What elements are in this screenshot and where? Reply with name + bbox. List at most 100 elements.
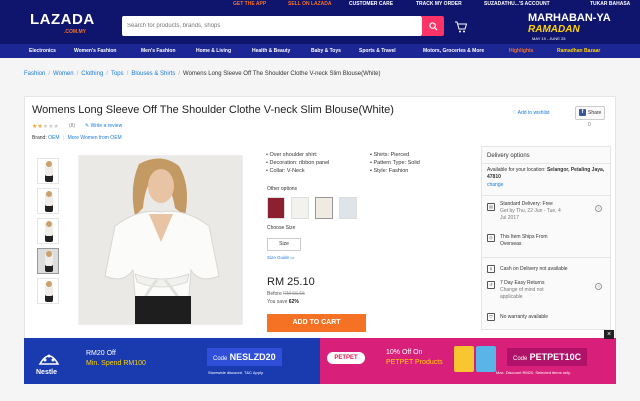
brand-row: Brand: OEM | More Women from OEM bbox=[32, 135, 122, 141]
brand-link[interactable]: OEM bbox=[48, 135, 59, 141]
standard-delivery: Standard Delivery: Free Get by Thu, 22 Ju… bbox=[500, 201, 561, 221]
petpet-products: PETPET Products bbox=[386, 359, 443, 366]
nestle-promo[interactable]: Nestle RM20 Off Min. Spend RM100 Code NE… bbox=[24, 338, 320, 384]
header: LAZADA .COM.MY MARHABAN-YA RAMADAN MAY 1… bbox=[0, 8, 640, 44]
brand-label: Brand: bbox=[32, 135, 47, 141]
option-swatch-blue[interactable] bbox=[339, 197, 357, 219]
petpet-promo-code[interactable]: Code PETPET10C bbox=[507, 348, 588, 366]
category-bar: Electronics Women's Fashion Men's Fashio… bbox=[0, 44, 640, 58]
size-guide-link[interactable]: Size Guide ▭ bbox=[267, 255, 295, 261]
option-swatch-white[interactable] bbox=[291, 197, 309, 219]
option-swatch-red[interactable] bbox=[267, 197, 285, 219]
category-womens-fashion[interactable]: Women's Fashion bbox=[74, 44, 117, 58]
cash-icon: $ bbox=[487, 265, 495, 273]
help-icon[interactable]: ? bbox=[595, 283, 602, 290]
product-thumbnail-selected[interactable] bbox=[37, 248, 59, 274]
breadcrumb-blouses-shirts[interactable]: Blouses & Shirts bbox=[131, 71, 175, 77]
help-icon[interactable]: ? bbox=[595, 205, 602, 212]
size-guide-label: Size Guide bbox=[267, 255, 290, 260]
add-to-wishlist[interactable]: ♡ Add to wishlist bbox=[512, 110, 550, 116]
share-button[interactable]: f Share 0 bbox=[575, 106, 605, 128]
lazada-logo[interactable]: LAZADA bbox=[30, 11, 95, 28]
track-order-link[interactable]: TRACK MY ORDER bbox=[416, 0, 462, 8]
category-ramadhan-bazaar[interactable]: Ramadhan Bazaar bbox=[557, 44, 600, 58]
product-thumbnail[interactable] bbox=[37, 278, 59, 304]
category-mens-fashion[interactable]: Men's Fashion bbox=[141, 44, 176, 58]
option-swatch-cream[interactable] bbox=[315, 197, 333, 219]
easy-returns: 7 Day Easy Returns Change of mind not appl… bbox=[500, 280, 545, 300]
spec-item: • Pattern Type: Solid bbox=[370, 160, 420, 166]
breadcrumb-women[interactable]: Women bbox=[53, 71, 74, 77]
original-price: RM 66.66 bbox=[283, 291, 305, 297]
category-home-living[interactable]: Home & Living bbox=[196, 44, 231, 58]
cart-icon[interactable] bbox=[455, 21, 467, 33]
share-count: 0 bbox=[588, 122, 591, 128]
get-app-link[interactable]: GET THE APP bbox=[233, 0, 266, 8]
petpet-logo: PETPET bbox=[327, 352, 365, 364]
write-review-label: Write a review bbox=[90, 123, 123, 129]
breadcrumb-clothing[interactable]: Clothing bbox=[81, 71, 103, 77]
category-baby-toys[interactable]: Baby & Toys bbox=[311, 44, 341, 58]
breadcrumb-tops[interactable]: Tops bbox=[111, 71, 124, 77]
write-review-link[interactable]: ✎ Write a review bbox=[85, 123, 122, 129]
category-motors-groceries[interactable]: Motors, Groceries & More bbox=[423, 44, 484, 58]
change-language-link[interactable]: TUKAR BAHASA bbox=[590, 0, 630, 8]
category-highlights[interactable]: Highlights bbox=[509, 44, 533, 58]
category-electronics[interactable]: Electronics bbox=[29, 44, 56, 58]
add-to-cart-button[interactable]: ADD TO CART bbox=[267, 314, 366, 332]
product-price: RM 25.10 bbox=[267, 276, 315, 288]
truck-icon: ▤ bbox=[487, 203, 495, 211]
other-options-label: Other options bbox=[267, 186, 298, 192]
category-health-beauty[interactable]: Health & Beauty bbox=[252, 44, 290, 58]
review-count[interactable]: (8) bbox=[69, 123, 75, 129]
warranty-status: No warranty available bbox=[500, 314, 549, 320]
delivery-location: Available for your location: Selangor, P… bbox=[487, 167, 605, 180]
breadcrumb-fashion[interactable]: Fashion bbox=[24, 71, 45, 77]
price-before: Before RM 66.66 bbox=[267, 291, 305, 297]
breadcrumb: Fashion / Women / Clothing / Tops / Blouses & Sh… bbox=[24, 71, 381, 77]
search-button[interactable] bbox=[422, 16, 444, 36]
petpet-discount: 10% Off On bbox=[386, 349, 423, 356]
account-link[interactable]: SUZADATHU...'S ACCOUNT bbox=[484, 0, 550, 8]
savings: You save 62% bbox=[267, 299, 299, 305]
spec-item: • Shirts: Pierced bbox=[370, 152, 410, 158]
sell-link[interactable]: SELL ON LAZADA bbox=[288, 0, 332, 8]
nestle-wordmark: Nestle bbox=[36, 369, 58, 376]
size-select[interactable]: Size bbox=[267, 238, 301, 251]
product-main-image[interactable] bbox=[78, 155, 243, 325]
shield-icon: ⛉ bbox=[487, 313, 495, 321]
search-input[interactable] bbox=[122, 16, 402, 36]
spec-item: • Over shoulder shirt: bbox=[266, 152, 318, 158]
more-from-brand-link[interactable]: More Women from OEM bbox=[68, 135, 122, 141]
nestle-terms: Storewide discount. T&C Apply. bbox=[208, 370, 264, 375]
petpet-terms: Max. Discount RM20. Selected items only. bbox=[496, 370, 571, 375]
product-thumbnail[interactable] bbox=[37, 158, 59, 184]
promo-ramadan[interactable]: RAMADAN bbox=[528, 24, 580, 35]
wishlist-label: Add to wishlist bbox=[517, 110, 550, 116]
nestle-min-spend: Min. Spend RM100 bbox=[86, 360, 146, 367]
facebook-icon: f bbox=[579, 109, 586, 116]
promo-title[interactable]: MARHABAN-YA bbox=[528, 12, 611, 24]
rating-stars[interactable]: ★★★★★ bbox=[32, 123, 59, 130]
promo-banner[interactable]: Nestle RM20 Off Min. Spend RM100 Code NE… bbox=[24, 338, 616, 384]
savings-percent: 62% bbox=[288, 299, 299, 305]
nestle-discount: RM20 Off bbox=[86, 350, 116, 357]
product-thumbnail[interactable] bbox=[37, 218, 59, 244]
change-location-link[interactable]: change bbox=[487, 182, 503, 188]
category-sports-travel[interactable]: Sports & Travel bbox=[359, 44, 396, 58]
petpet-promo[interactable]: PETPET 10% Off On PETPET Products Code P… bbox=[320, 338, 616, 384]
spec-item: • Collar: V-Neck bbox=[266, 168, 305, 174]
close-banner-button[interactable]: × bbox=[604, 330, 614, 339]
customer-care-link[interactable]: CUSTOMER CARE bbox=[349, 0, 393, 8]
product-thumbnail[interactable] bbox=[37, 188, 59, 214]
promo-dates: MAY 19 - JUNE 25 bbox=[532, 36, 566, 41]
page-footer-gap bbox=[0, 384, 640, 401]
choose-size-label: Choose Size bbox=[267, 225, 296, 231]
search-icon bbox=[428, 21, 438, 31]
ships-from-overseas: This Item Ships From Overseas bbox=[500, 234, 548, 247]
nestle-promo-code[interactable]: Code NESLZD20 bbox=[207, 348, 282, 366]
delivery-heading: Delivery options bbox=[487, 153, 530, 159]
search-box bbox=[122, 16, 422, 36]
delivery-options-panel: Delivery options Available for your loca… bbox=[481, 146, 611, 330]
globe-icon: ◎ bbox=[487, 234, 495, 242]
